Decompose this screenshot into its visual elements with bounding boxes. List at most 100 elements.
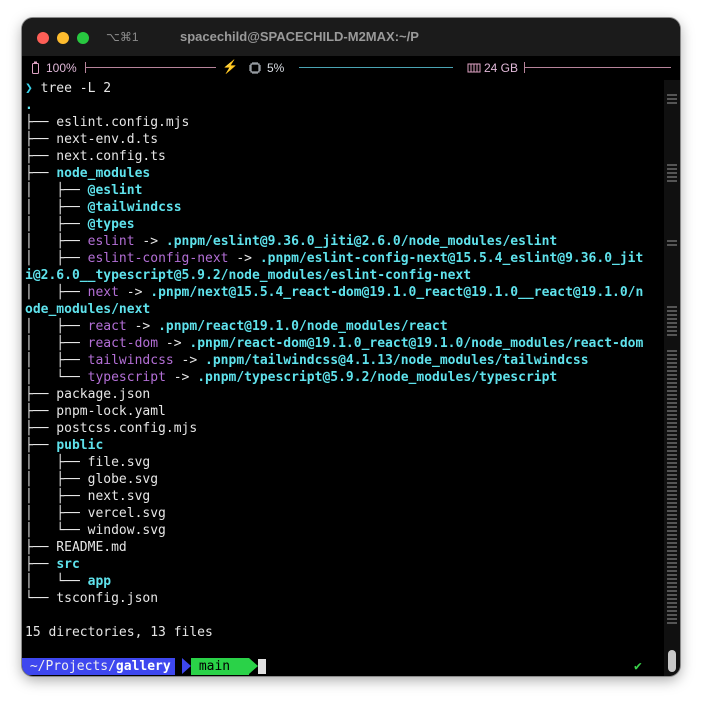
scroll-mark bbox=[667, 498, 677, 500]
scroll-mark bbox=[667, 358, 677, 360]
scroll-mark bbox=[667, 458, 677, 460]
scroll-mark bbox=[667, 422, 677, 424]
tree-line: │ ├── @types bbox=[25, 216, 135, 233]
scroll-mark bbox=[667, 434, 677, 436]
tree-line: ├── src bbox=[25, 556, 80, 573]
window-shortcut-label: ⌥⌘1 bbox=[106, 30, 139, 44]
tree-line: │ ├── eslint -> .pnpm/eslint@9.36.0_jiti… bbox=[25, 233, 557, 250]
dir-name: app bbox=[87, 574, 112, 589]
tree-root: . bbox=[25, 98, 33, 113]
scroll-mark bbox=[667, 446, 677, 448]
scrollbar-thumb[interactable] bbox=[668, 650, 676, 672]
minimize-button[interactable] bbox=[57, 32, 69, 44]
tree-line: ├── postcss.config.mjs bbox=[25, 421, 198, 436]
scroll-mark bbox=[667, 374, 677, 376]
prompt-continuation: ▸ bbox=[25, 641, 30, 646]
scroll-mark bbox=[667, 366, 677, 368]
symlink-target: i@2.6.0__typescript@5.9.2/node_modules/e… bbox=[25, 268, 472, 283]
tree-line: ├── node_modules bbox=[25, 165, 150, 182]
tree-line: ├── next-env.d.ts bbox=[25, 132, 159, 147]
scroll-mark bbox=[667, 490, 677, 492]
scroll-mark bbox=[667, 530, 677, 532]
zoom-button[interactable] bbox=[77, 32, 89, 44]
tree-line: │ └── app bbox=[25, 573, 111, 590]
scroll-mark bbox=[667, 594, 677, 596]
command-text: tree -L 2 bbox=[40, 81, 112, 96]
tree-line: └── tsconfig.json bbox=[25, 591, 159, 606]
scroll-mark bbox=[667, 98, 677, 100]
scroll-mark bbox=[667, 538, 677, 540]
scroll-mark bbox=[667, 410, 677, 412]
scroll-mark bbox=[667, 574, 677, 576]
scroll-mark bbox=[667, 382, 677, 384]
battery-icon bbox=[32, 61, 39, 74]
memory-amount: 24 GB bbox=[484, 61, 519, 75]
tree-branch: ├── bbox=[25, 166, 57, 181]
scroll-mark bbox=[667, 350, 677, 352]
scroll-mark bbox=[667, 180, 677, 182]
symlink-arrow: -> bbox=[165, 370, 198, 385]
scroll-mark bbox=[667, 554, 677, 556]
scroll-mark bbox=[667, 168, 677, 170]
tree-line: │ ├── next.svg bbox=[25, 489, 151, 504]
tree-line: │ ├── react -> .pnpm/react@19.1.0/node_m… bbox=[25, 318, 448, 335]
tree-line: │ ├── @eslint bbox=[25, 182, 142, 199]
tree-line: │ └── window.svg bbox=[25, 523, 166, 538]
tree-line: │ └── typescript -> .pnpm/typescript@5.9… bbox=[25, 369, 557, 386]
symlink-arrow: -> bbox=[126, 319, 159, 334]
tree-branch: ├── bbox=[25, 557, 57, 572]
tree-branch: │ ├── bbox=[25, 336, 88, 351]
scroll-mark bbox=[667, 558, 677, 560]
terminal-output[interactable]: ❯ tree -L 2 . ├── eslint.config.mjs ├── … bbox=[25, 80, 665, 646]
scroll-mark bbox=[667, 426, 677, 428]
scroll-mark bbox=[667, 414, 677, 416]
scroll-mark bbox=[667, 314, 677, 316]
scroll-mark bbox=[667, 610, 677, 612]
symlink-name: eslint-config-next bbox=[87, 251, 229, 266]
prompt-bar[interactable]: ~/Projects/gallery main ✔ bbox=[22, 658, 662, 675]
scroll-mark bbox=[667, 402, 677, 404]
tree-line: │ ├── next -> .pnpm/next@15.5.4_react-do… bbox=[25, 284, 643, 301]
close-button[interactable] bbox=[37, 32, 49, 44]
tree-line-wrap: ode_modules/next bbox=[25, 301, 150, 318]
scroll-mark bbox=[667, 176, 677, 178]
scroll-mark bbox=[667, 622, 677, 624]
tree-branch: │ ├── bbox=[25, 319, 88, 334]
dir-name: node_modules bbox=[56, 166, 151, 181]
scroll-mark bbox=[667, 466, 677, 468]
tree-line: │ ├── react-dom -> .pnpm/react-dom@19.1.… bbox=[25, 335, 643, 352]
scroll-mark bbox=[667, 598, 677, 600]
scroll-mark bbox=[667, 164, 677, 166]
tree-line: ├── README.md bbox=[25, 540, 127, 555]
charging-bolt-icon: ⚡ bbox=[222, 59, 239, 74]
scroll-mark bbox=[667, 172, 677, 174]
scroll-mark bbox=[667, 502, 677, 504]
scroll-mark bbox=[667, 102, 677, 104]
battery-percent: 100% bbox=[46, 61, 77, 75]
symlink-name: react bbox=[87, 319, 127, 334]
scroll-mark bbox=[667, 570, 677, 572]
scroll-mark bbox=[667, 240, 677, 242]
dir-name: public bbox=[56, 438, 104, 453]
scroll-mark bbox=[667, 306, 677, 308]
scroll-mark bbox=[667, 330, 677, 332]
scroll-mark bbox=[667, 370, 677, 372]
scrollbar[interactable] bbox=[664, 80, 680, 676]
symlink-arrow: -> bbox=[134, 234, 166, 249]
tree-branch: │ ├── bbox=[25, 234, 88, 249]
text-cursor[interactable] bbox=[258, 659, 266, 674]
scroll-mark bbox=[667, 326, 677, 328]
symlink-target: ode_modules/next bbox=[25, 302, 151, 317]
scroll-mark bbox=[667, 318, 677, 320]
scroll-mark bbox=[667, 462, 677, 464]
scroll-mark bbox=[667, 494, 677, 496]
command-line: ❯ tree -L 2 bbox=[25, 80, 111, 97]
symlink-arrow: -> bbox=[173, 353, 206, 368]
battery-gauge bbox=[86, 67, 216, 68]
dir-name: src bbox=[56, 557, 80, 572]
symlink-name: next bbox=[87, 285, 119, 300]
symlink-name: eslint bbox=[87, 234, 135, 249]
scroll-mark bbox=[667, 510, 677, 512]
scroll-mark bbox=[667, 482, 677, 484]
scroll-mark bbox=[667, 454, 677, 456]
